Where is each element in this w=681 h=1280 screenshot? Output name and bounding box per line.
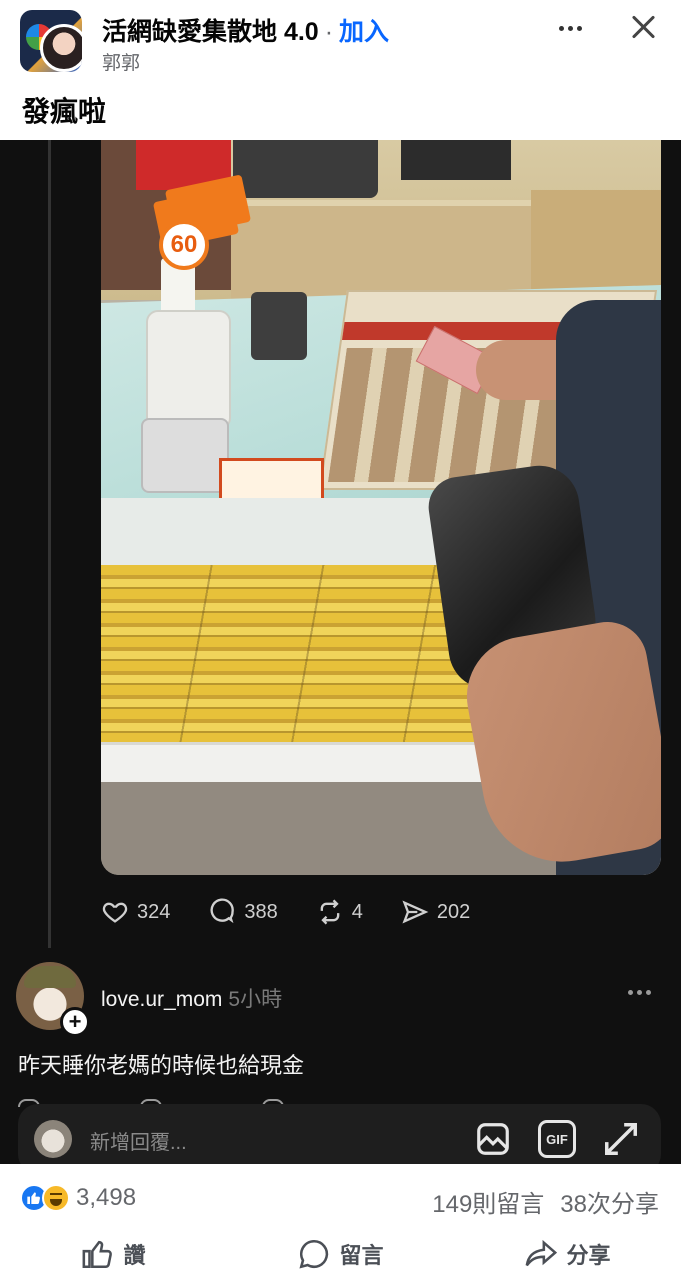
- comment-count: 388: [244, 900, 278, 923]
- photo-cabinet-right: [531, 190, 661, 300]
- post-stats: 149則留言 38次分享: [432, 1184, 659, 1219]
- comment-icon: [210, 898, 235, 924]
- repost-count: 4: [351, 900, 363, 923]
- image-icon[interactable]: [474, 1120, 512, 1158]
- comment-label: 留言: [339, 1243, 384, 1268]
- post-action-bar: 讚 留言 分享: [0, 1234, 681, 1274]
- photo-cabinet: [231, 200, 531, 300]
- reply-bar[interactable]: 新增回覆... GIF: [18, 1104, 661, 1164]
- comment-header: love.ur_mom 5小時: [101, 983, 282, 1013]
- photo-pos-device: [251, 292, 307, 360]
- repost-action[interactable]: 4: [316, 898, 363, 926]
- gif-button[interactable]: GIF: [538, 1120, 576, 1158]
- threads-screenshot[interactable]: 60 324 388 4 202 + love.ur_mom 5小時 昨天睡你老…: [0, 140, 681, 1164]
- more-options-button[interactable]: [553, 14, 587, 42]
- comment-more-icon[interactable]: [628, 990, 651, 995]
- share-icon: [402, 900, 429, 924]
- share-arrow-icon: [526, 1239, 558, 1267]
- reactions-summary[interactable]: 3,498: [20, 1184, 136, 1212]
- group-avatar[interactable]: [20, 10, 82, 72]
- comment-text: 昨天睡你老媽的時候也給現金: [18, 1053, 305, 1078]
- shares-count[interactable]: 38次分享: [560, 1191, 659, 1218]
- haha-reaction-icon: [42, 1184, 70, 1212]
- share-label: 分享: [566, 1243, 611, 1268]
- expand-icon[interactable]: [602, 1120, 640, 1158]
- repost-icon: [320, 899, 340, 925]
- post-footer: 3,498 149則留言 38次分享 讚 留言 分享: [0, 1164, 681, 1280]
- title-separator: ·: [324, 18, 334, 46]
- thread-line: [48, 140, 51, 948]
- commenter-avatar-hat: [24, 966, 76, 988]
- share-action[interactable]: 202: [401, 898, 470, 926]
- reply-avatar: [34, 1120, 72, 1158]
- share-count: 202: [436, 900, 471, 923]
- comment-bubble-icon: [299, 1239, 329, 1269]
- like-label: 讚: [123, 1243, 146, 1268]
- post-caption: 發瘋啦: [22, 96, 107, 127]
- group-name[interactable]: 活網缺愛集散地 4.0: [102, 18, 319, 46]
- group-title-line: 活網缺愛集散地 4.0 · 加入: [102, 12, 389, 48]
- comment-action[interactable]: 388: [208, 898, 278, 926]
- follow-plus-icon[interactable]: +: [60, 1007, 90, 1037]
- photo-sanitizer-bottle: [146, 310, 231, 430]
- heart-icon: [102, 902, 128, 923]
- poster-name[interactable]: 郭郭: [102, 48, 140, 75]
- post-header: 活網缺愛集散地 4.0 · 加入 郭郭 發瘋啦: [0, 0, 681, 140]
- comments-count[interactable]: 149則留言: [432, 1191, 544, 1218]
- share-button[interactable]: 分享: [454, 1234, 681, 1274]
- photo-card-terminal: [141, 418, 229, 493]
- photo-flag-number: 60: [159, 220, 209, 270]
- group-avatar-face: [40, 24, 82, 72]
- close-icon[interactable]: [627, 10, 661, 44]
- reaction-count: 3,498: [76, 1184, 137, 1211]
- comment-time: 5小時: [228, 988, 283, 1011]
- like-action[interactable]: 324: [101, 898, 170, 926]
- photo-machine-2: [401, 140, 511, 180]
- reply-input[interactable]: 新增回覆...: [90, 1126, 187, 1155]
- comment-button[interactable]: 留言: [227, 1234, 454, 1274]
- thumbs-up-icon: [83, 1240, 113, 1269]
- threads-action-bar: 324 388 4 202: [101, 898, 508, 926]
- like-button[interactable]: 讚: [0, 1234, 227, 1274]
- like-count: 324: [137, 900, 171, 923]
- commenter-username[interactable]: love.ur_mom: [101, 988, 222, 1011]
- join-button[interactable]: 加入: [339, 18, 389, 46]
- photo-machine: [233, 140, 378, 198]
- photo-number-flags: 60: [149, 174, 252, 270]
- post-photo[interactable]: 60: [101, 140, 661, 875]
